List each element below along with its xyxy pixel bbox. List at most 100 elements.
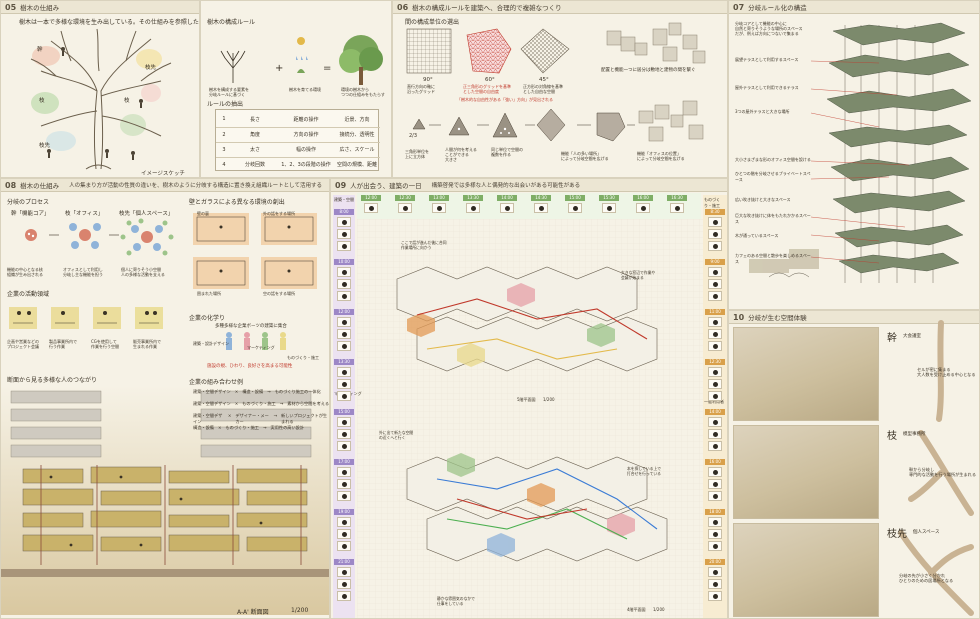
combo-title: 企業の組み合わせ例 xyxy=(189,379,244,386)
wall-glass-studies xyxy=(193,213,317,289)
scene-note: 大きな窓辺で作業や 会議が始まる xyxy=(621,270,656,280)
time-stamp: 12:30 xyxy=(705,359,725,365)
scene-note: 本を探している上で 打合せを行っている xyxy=(627,466,662,476)
rule-effect: 広さ、スケール xyxy=(339,147,375,153)
activity-pictogram-icon xyxy=(708,517,722,527)
process-diagram xyxy=(25,218,174,256)
label-twig-low: 枝先 xyxy=(39,143,51,149)
time-stamp: 17:00 xyxy=(334,459,354,465)
activity-pictogram-icon xyxy=(337,567,351,577)
activity-pictogram-icon xyxy=(708,229,722,239)
activity-pictogram-icon xyxy=(708,579,722,589)
activity-pictogram-icon xyxy=(708,467,722,477)
angle-60: 60° xyxy=(485,77,495,83)
activity-pictogram-icon xyxy=(708,217,722,227)
panel-lead: 人の集まり方が活動の性質の違いを、樹木のように分岐する構造に置き換え組織ルートと… xyxy=(69,183,322,189)
activity-pictogram-icon xyxy=(337,591,351,601)
angle-note-60: 正三角形のグリッドを基準 とした空間の自由度 xyxy=(463,84,511,94)
activity-pictogram-icon xyxy=(708,429,722,439)
activity-pictogram-icon xyxy=(432,203,446,213)
step-note-3: 同じ単位で空間の 複数を作る xyxy=(491,147,523,157)
combo-a: 構造・設備 xyxy=(193,425,214,430)
combo-row: 建築・空間デザイン × デザイナー・メーカー → 新しいプロジェクトが生まれる xyxy=(193,413,328,424)
time-column-left: 8:00 10:00 12:00 13:30 15:00 17:00 19:00 21:00 xyxy=(334,209,354,609)
label-branch: 枝 xyxy=(124,98,130,104)
rule-num: 3 xyxy=(222,146,226,153)
experience-big: 枝先 xyxy=(887,529,907,540)
time-stamp: 19:00 xyxy=(334,509,354,515)
time-stamp: 11:00 xyxy=(705,309,725,315)
section-label: A-A' 断面図 xyxy=(237,609,269,616)
activity-pictogram-icon xyxy=(534,203,548,213)
activity-pictogram-icon xyxy=(337,517,351,527)
time-stamp: 15:30 xyxy=(599,195,619,201)
panel-number: 09 xyxy=(335,180,347,190)
process-note: オフィスとして利用し 分岐し主な機能を担う xyxy=(63,267,103,277)
activity-pictogram-icon xyxy=(708,567,722,577)
rule-row: 2 角度 方向の操作 接続分、透明性 xyxy=(216,127,380,141)
rule-table: 1 長さ 距離の操作 近景、方向 2 角度 方向の操作 接続分、透明性 3 太さ… xyxy=(215,109,380,171)
rule-op: 幅の操作 xyxy=(295,147,316,153)
rule-num: 1 xyxy=(222,116,226,122)
activity-pictogram-icon xyxy=(670,203,684,213)
panel-title: 分岐が生む空間体験 xyxy=(748,314,807,322)
activity-pictogram-icon xyxy=(337,241,351,251)
panel-number: 08 xyxy=(5,180,17,190)
activity-pictogram-icon xyxy=(466,203,480,213)
combo-b: デザイナー・メーカー xyxy=(235,413,269,424)
section-title: 断面から見る多様な人のつながり xyxy=(7,377,98,384)
svg-text:+: + xyxy=(275,63,283,74)
flow-role: ものづくり・施工 xyxy=(287,355,319,360)
label-branch-left: 枝 xyxy=(39,98,45,104)
combo-b: ものづくり・施工 xyxy=(242,401,276,406)
time-stamp: 16:00 xyxy=(705,459,725,465)
panel-title: 樹木の仕組み xyxy=(20,182,60,190)
model-photo-trunk xyxy=(733,327,879,421)
process-title: 分岐のプロセス xyxy=(7,199,50,206)
activity-pictogram-icon xyxy=(708,317,722,327)
rule-op: 距離の操作 xyxy=(293,116,319,123)
panel-05-tree-mechanism: 05 樹木の仕組み 樹木は一本で多様な環境を生み出している。その仕組みを参照した xyxy=(0,0,200,178)
layout-note: 配置と機能一つに居分は敷地と建物の間を繋ぐ xyxy=(601,68,696,73)
activity-pictogram-icon xyxy=(708,529,722,539)
experience-small: 大会議室 xyxy=(903,334,921,339)
activity-pictogram-icon xyxy=(708,391,722,401)
activity-pictogram-icon xyxy=(708,441,722,451)
floor-4-scale: 1/200 xyxy=(653,607,665,612)
callout: 広い吹き抜けと大きなスペース xyxy=(735,197,791,202)
activity-pictogram-icon xyxy=(708,479,722,489)
flow-note: 施設の規、ひわり、良好さを高まる可能性 xyxy=(207,364,293,369)
rule-num: 4 xyxy=(222,161,226,168)
panel-title: 人が出会う、建築の一日 xyxy=(350,182,422,190)
tree-sketch xyxy=(30,28,172,170)
process-note: 機能の中心となる核 組織が生み出される xyxy=(7,267,43,277)
activity-pictogram-icon xyxy=(568,203,582,213)
rule-item: 角度 xyxy=(249,132,260,138)
angle-emphasis: 「樹木的な自由性がある「強い」方向」が見出される xyxy=(457,97,553,102)
time-stamp: 8:00 xyxy=(334,209,354,215)
time-stamp: 13:00 xyxy=(429,195,449,201)
activity-pictogram-icon xyxy=(602,203,616,213)
time-stamp: 21:00 xyxy=(334,559,354,565)
angle-note-45: 正方形の対角線を基準 とした自由な空間 xyxy=(523,84,563,94)
rule-effect: 近景、方向 xyxy=(344,116,370,123)
rule-op: 1、2、3の段階の操作 xyxy=(281,162,331,168)
activity-pictogram-icon xyxy=(337,529,351,539)
panel-tree-rules: 樹木の構成ルール + = 樹木を構成する要素を 分岐ルールに基づく 樹木を育てる… xyxy=(200,0,392,178)
activity-pictogram-icon xyxy=(337,441,351,451)
activity-pictogram-icon xyxy=(337,229,351,239)
experience-big: 幹 xyxy=(887,333,897,344)
time-stamp: 12:00 xyxy=(334,309,354,315)
activity-pictogram-icon xyxy=(337,367,351,377)
combo-a: 建築・空間デザイン xyxy=(193,413,223,424)
flow-role: 建築・設計デザイン xyxy=(193,341,229,346)
activity-pictogram-icon xyxy=(708,267,722,277)
activity-pictogram-icon xyxy=(337,541,351,551)
activity-note: CGを使用して 作業を行う空間 xyxy=(91,339,119,349)
callout: 屋外テラスとして利用できるテラス xyxy=(735,85,799,90)
combo-b: 構造・設備 xyxy=(242,389,264,394)
wall-caption: 空の話をする場所 xyxy=(263,291,295,296)
angle-45: 45° xyxy=(539,77,549,83)
panel-07-branching-structure: 07 分岐ルール化の構造 分岐コアとして機能の中心に 自然と寄りそうような場所の… xyxy=(728,0,980,310)
experience-note: セルが密に集まる 大人数を受け止める中心となる xyxy=(917,367,976,378)
